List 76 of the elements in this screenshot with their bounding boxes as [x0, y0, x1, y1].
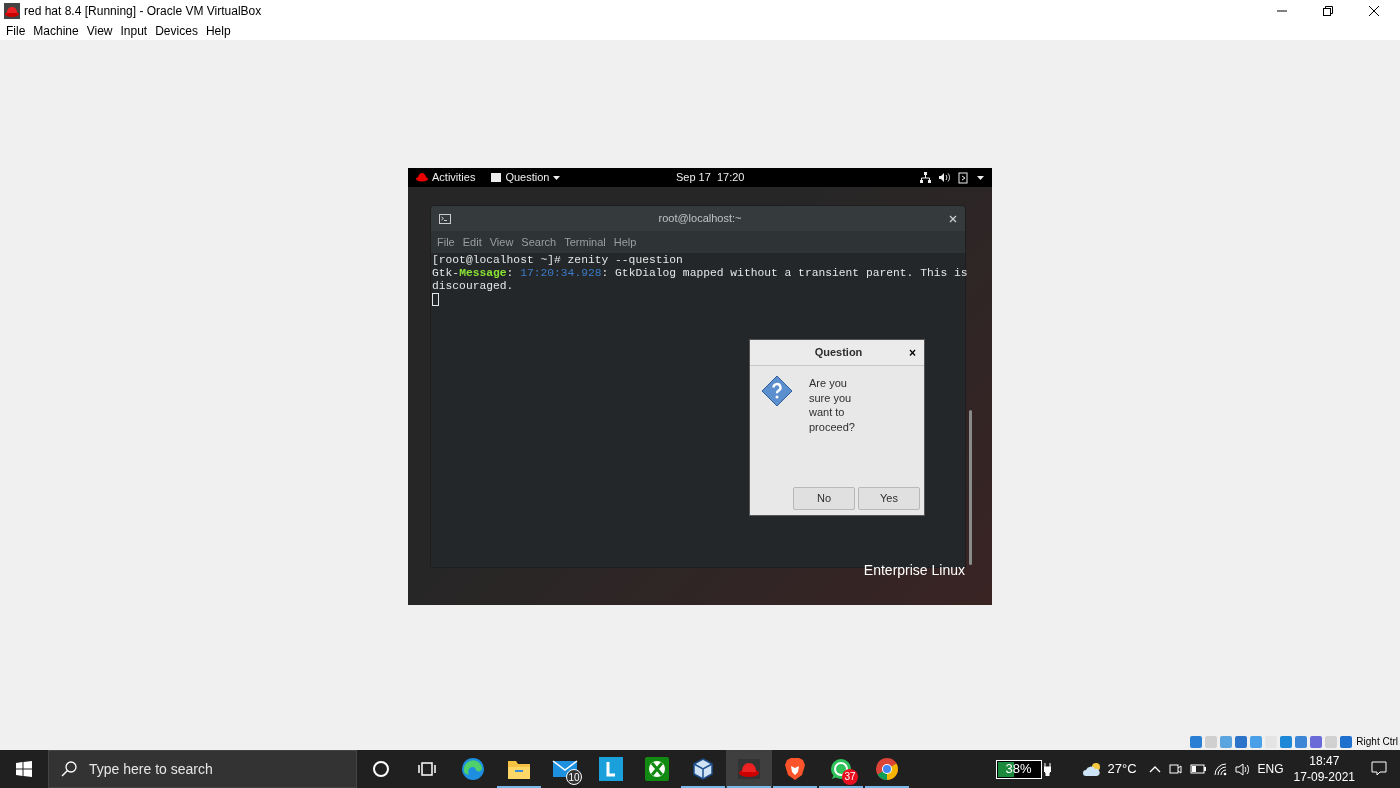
text-cursor	[432, 293, 439, 306]
menu-item[interactable]: Input	[116, 22, 152, 40]
volume-icon[interactable]	[1234, 762, 1250, 776]
taskbar-app[interactable]: 37	[818, 750, 864, 788]
circle-icon[interactable]	[372, 760, 390, 778]
hat-icon	[416, 173, 428, 182]
menu-item[interactable]: View	[82, 22, 117, 40]
notification-icon[interactable]	[1371, 761, 1387, 777]
dialog-button[interactable]: No	[793, 487, 855, 510]
menu-item[interactable]: File	[433, 233, 459, 251]
menu-item[interactable]: Terminal	[560, 233, 610, 251]
terminal-title: root@localhost:~	[658, 211, 742, 227]
menu-item[interactable]: Edit	[458, 233, 486, 251]
app-menu-button[interactable]: Question	[505, 169, 550, 186]
menu-item[interactable]: Devices	[151, 22, 202, 40]
terminal-line: Gtk-Message: 17:20:34.928: GtkDialog mapped without a transient parent. This is	[432, 267, 968, 280]
window-title: red hat 8.4 [Running] - Oracle VM VirtualBox	[24, 3, 262, 20]
terminal-icon	[439, 213, 451, 224]
mail-icon[interactable]	[552, 759, 578, 779]
caret-icon[interactable]	[977, 175, 984, 180]
taskbar-app[interactable]: 10	[542, 750, 588, 788]
cloud-sun-icon[interactable]	[1082, 761, 1103, 777]
wifi-icon[interactable]	[1213, 762, 1229, 776]
clock[interactable]: Sep 17 17:20	[675, 169, 745, 186]
window-icon	[491, 173, 502, 182]
count-badge: 10	[566, 769, 582, 785]
close-icon[interactable]	[1368, 5, 1380, 17]
battery-meter[interactable]: 38%	[995, 759, 1042, 779]
running-indicator	[681, 786, 725, 788]
task-view-icon[interactable]	[418, 760, 436, 778]
running-indicator	[819, 786, 863, 788]
language-indicator[interactable]: ENG	[1257, 760, 1284, 778]
taskbar-app[interactable]	[726, 750, 772, 788]
menu-item[interactable]: File	[2, 22, 30, 40]
scrollbar-thumb[interactable]	[968, 410, 972, 565]
plug-icon	[1043, 762, 1051, 776]
menu-item[interactable]: Help	[201, 22, 235, 40]
hat-icon[interactable]	[736, 757, 762, 781]
hat-icon	[4, 3, 20, 19]
brand-text: Enterprise Linux	[863, 561, 965, 580]
game-logo-icon[interactable]	[645, 757, 669, 781]
running-indicator	[773, 786, 817, 788]
running-indicator	[865, 786, 909, 788]
chevron-up-icon[interactable]	[1148, 765, 1161, 773]
browser-circle-icon[interactable]	[875, 757, 899, 781]
clock-time[interactable]: 18:47	[1309, 753, 1340, 769]
host-key-label: Right Ctrl	[1356, 735, 1398, 749]
menu-item[interactable]: Search	[517, 233, 561, 251]
cube-icon[interactable]	[691, 757, 715, 781]
activities-button[interactable]: Activities	[432, 169, 476, 186]
menu-item[interactable]: Machine	[29, 22, 83, 40]
volume-icon	[939, 172, 950, 183]
question-icon	[761, 375, 793, 407]
close-button[interactable]: ×	[909, 346, 916, 359]
dialog-title: Question	[814, 345, 863, 361]
restore-icon[interactable]	[1322, 5, 1334, 17]
search-field[interactable]: Type here to search	[48, 750, 357, 788]
menu-item[interactable]: View	[485, 233, 518, 251]
terminal-line: [root@localhost ~]# zenity --question	[432, 254, 684, 267]
camera-icon[interactable]	[1168, 762, 1182, 776]
menu-item[interactable]: Help	[609, 233, 641, 251]
dialog-message: Are you sure you want to proceed?	[809, 376, 856, 435]
search-icon	[61, 761, 77, 777]
running-indicator	[727, 786, 771, 788]
caret-icon	[553, 175, 561, 180]
clock-date[interactable]: 17-09-2021	[1293, 769, 1355, 785]
lion-shield-icon[interactable]	[784, 757, 806, 781]
browser-swirl-icon[interactable]	[461, 757, 485, 781]
windows-start-icon[interactable]	[16, 761, 32, 777]
terminal-line: discouraged.	[432, 280, 515, 293]
temperature[interactable]: 27°C	[1107, 759, 1137, 779]
running-indicator	[497, 786, 541, 788]
dialog-button[interactable]: Yes	[858, 487, 920, 510]
battery-icon[interactable]	[1189, 764, 1206, 774]
count-badge: 37	[842, 769, 858, 785]
battery-icon	[958, 171, 969, 184]
